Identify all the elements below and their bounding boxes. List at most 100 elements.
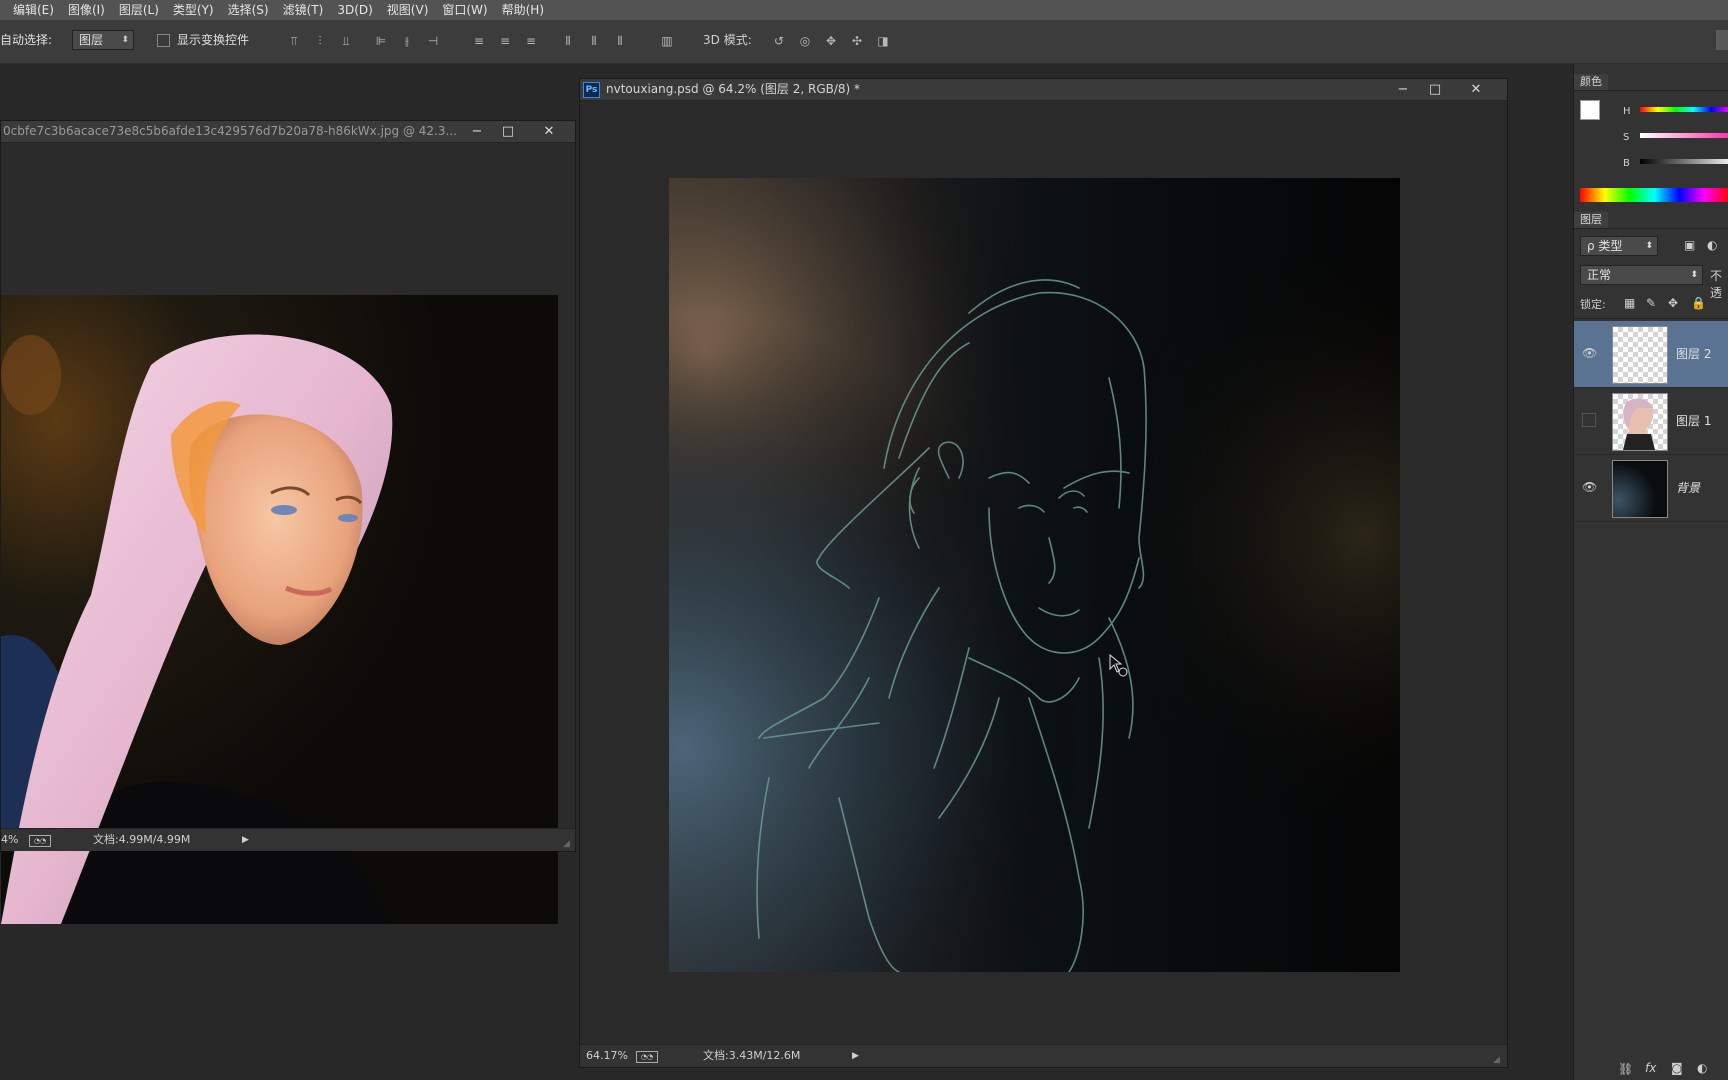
menu-item[interactable]: 3D(D) (330, 0, 379, 20)
auto-select-label: 自动选择: (0, 33, 53, 47)
menu-item[interactable]: 帮助(H) (495, 0, 551, 20)
main-doc-info: 文档:3.43M/12.6M (703, 1049, 801, 1062)
layer-row-background[interactable]: 👁 背景 (1574, 455, 1728, 522)
visibility-empty-icon[interactable] (1582, 413, 1596, 427)
visibility-eye-icon[interactable]: 👁 (1582, 346, 1597, 360)
maximize-icon[interactable]: □ (495, 121, 521, 142)
3d-rotate-icon[interactable]: ↺ (772, 34, 786, 48)
workspace-switcher[interactable] (1716, 30, 1728, 50)
3d-roll-icon[interactable]: ◎ (798, 34, 812, 48)
adjustment-layer-icon[interactable]: ◐ (1697, 1061, 1707, 1075)
cursor-icon (1109, 654, 1128, 677)
main-canvas-area[interactable] (580, 101, 1507, 1044)
menu-item[interactable]: 图像(I) (61, 0, 112, 20)
proof-icon: ◔◔ (29, 835, 51, 847)
transform-checkbox[interactable] (157, 34, 170, 47)
foreground-color-swatch[interactable] (1580, 100, 1600, 120)
transform-label: 显示变换控件 (177, 33, 250, 47)
align-top-icon[interactable]: ⫪ (287, 34, 301, 48)
align-right-icon[interactable]: ⊣ (426, 34, 440, 48)
minimize-icon[interactable]: − (464, 121, 490, 142)
layer-2-thumbnail (1612, 326, 1668, 384)
background-thumbnail (1612, 460, 1668, 518)
3d-mode-label: 3D 模式: (703, 33, 752, 47)
menu-item[interactable]: 编辑(E) (6, 0, 61, 20)
reference-zoom[interactable]: 4% (1, 829, 18, 851)
visibility-eye-icon[interactable]: 👁 (1582, 480, 1597, 494)
layer-1-thumbnail (1612, 393, 1668, 451)
lock-label: 锁定: (1580, 298, 1606, 311)
menu-item[interactable]: 滤镜(T) (276, 0, 331, 20)
lock-move-icon[interactable]: ✥ (1668, 296, 1678, 310)
layer-row-1[interactable]: 图层 1 (1574, 388, 1728, 455)
distribute-vcenter-icon[interactable]: ≡ (498, 34, 512, 48)
minimize-icon[interactable]: − (1390, 79, 1416, 100)
align-hcenter-icon[interactable]: ⫲ (400, 34, 414, 48)
reference-title-bar[interactable]: 0cbfe7c3b6acace73e8c5b6afde13c429576d7b2… (1, 121, 575, 143)
distribute-right-icon[interactable]: ⦀ (613, 34, 627, 48)
options-bar: 自动选择: 图层 ⬍ 显示变换控件 ⫪ ⫶ ⫫ ⊫ ⫲ ⊣ ≡ ≡ ≡ ⦀ ⦀ … (0, 20, 1728, 64)
layer-1-photo-icon (1623, 398, 1655, 450)
resize-grip-icon[interactable]: ◢ (1493, 1049, 1503, 1065)
updown-icon: ⬍ (1690, 270, 1698, 280)
lock-brush-icon[interactable]: ✎ (1646, 296, 1656, 310)
layer-filter-dropdown[interactable]: ρ 类型 ⬍ (1580, 236, 1658, 256)
close-icon[interactable]: ✕ (1463, 79, 1489, 100)
layer-name: 图层 1 (1676, 414, 1712, 428)
resize-grip-icon[interactable]: ◢ (563, 833, 573, 849)
saturation-label: S (1623, 132, 1630, 143)
status-arrow-icon[interactable]: ▶ (852, 1045, 859, 1067)
saturation-slider[interactable] (1640, 133, 1728, 138)
color-ramp[interactable] (1580, 188, 1728, 202)
reference-canvas-area[interactable] (1, 143, 575, 924)
blend-mode-dropdown[interactable]: 正常 ⬍ (1580, 265, 1703, 285)
reference-doc-info: 文档:4.99M/4.99M (93, 833, 191, 846)
distribute-left-icon[interactable]: ⦀ (561, 34, 575, 48)
color-panel-tab[interactable]: 颜色 (1574, 74, 1608, 90)
hue-slider[interactable] (1640, 107, 1728, 112)
image-filter-icon[interactable]: ▣ (1684, 238, 1695, 252)
brightness-label: B (1623, 158, 1630, 169)
align-vcenter-icon[interactable]: ⫶ (313, 34, 327, 48)
align-left-icon[interactable]: ⊫ (374, 34, 388, 48)
auto-select-dropdown[interactable]: 图层 ⬍ (72, 30, 134, 50)
reference-status-bar: 4% ◔◔ 文档:4.99M/4.99M ▶ ◢ (1, 828, 575, 851)
menu-item[interactable]: 视图(V) (380, 0, 436, 20)
adjustment-filter-icon[interactable]: ◐ (1707, 238, 1717, 252)
link-layers-icon[interactable]: ⛓ (1618, 1062, 1633, 1076)
3d-pan-icon[interactable]: ✥ (824, 34, 838, 48)
layer-name: 背景 (1676, 481, 1701, 495)
main-status-bar: 64.17% ◔◔ 文档:3.43M/12.6M ▶ ◢ (580, 1044, 1507, 1067)
menu-bar: 编辑(E) 图像(I) 图层(L) 类型(Y) 选择(S) 滤镜(T) 3D(D) 视图(V)… (0, 0, 1728, 20)
lock-transparent-icon[interactable]: ▦ (1624, 296, 1635, 310)
distribute-bottom-icon[interactable]: ≡ (524, 34, 538, 48)
close-icon[interactable]: ✕ (536, 121, 562, 142)
3d-scale-icon[interactable]: ◨ (876, 34, 890, 48)
3d-slide-icon[interactable]: ✣ (850, 34, 864, 48)
menu-item[interactable]: 窗口(W) (435, 0, 494, 20)
layer-filter-value: ρ 类型 (1587, 239, 1623, 253)
menu-item[interactable]: 选择(S) (221, 0, 276, 20)
menu-item[interactable]: 类型(Y) (166, 0, 221, 20)
maximize-icon[interactable]: □ (1422, 79, 1448, 100)
lock-all-icon[interactable]: 🔒 (1691, 296, 1706, 310)
add-mask-icon[interactable]: ◙ (1671, 1061, 1683, 1075)
brightness-slider[interactable] (1640, 159, 1728, 164)
layer-row-2[interactable]: 👁 图层 2 (1574, 321, 1728, 388)
right-panels: 颜色 H S B 图层 ρ 类型 ⬍ ▣ ◐ 正常 ⬍ 不透 锁定: ▦ ✎ ✥… (1573, 64, 1728, 1080)
main-title: nvtouxiang.psd @ 64.2% (图层 2, RGB/8) * (606, 82, 861, 96)
main-title-bar[interactable]: Ps nvtouxiang.psd @ 64.2% (图层 2, RGB/8) … (580, 79, 1507, 101)
menu-item[interactable]: 图层(L) (112, 0, 166, 20)
layers-panel-tab[interactable]: 图层 (1574, 212, 1608, 228)
main-zoom[interactable]: 64.17% (586, 1045, 628, 1067)
auto-align-icon[interactable]: ▥ (660, 34, 674, 48)
proof-icon: ◔◔ (636, 1051, 658, 1063)
reference-document-window: 0cbfe7c3b6acace73e8c5b6afde13c429576d7b2… (0, 120, 576, 924)
distribute-hcenter-icon[interactable]: ⦀ (587, 34, 601, 48)
main-document-window: Ps nvtouxiang.psd @ 64.2% (图层 2, RGB/8) … (579, 78, 1508, 1068)
align-bottom-icon[interactable]: ⫫ (339, 34, 353, 48)
fx-icon[interactable]: fx (1645, 1061, 1656, 1075)
distribute-top-icon[interactable]: ≡ (472, 34, 486, 48)
status-arrow-icon[interactable]: ▶ (242, 829, 249, 851)
main-canvas[interactable] (669, 178, 1400, 972)
